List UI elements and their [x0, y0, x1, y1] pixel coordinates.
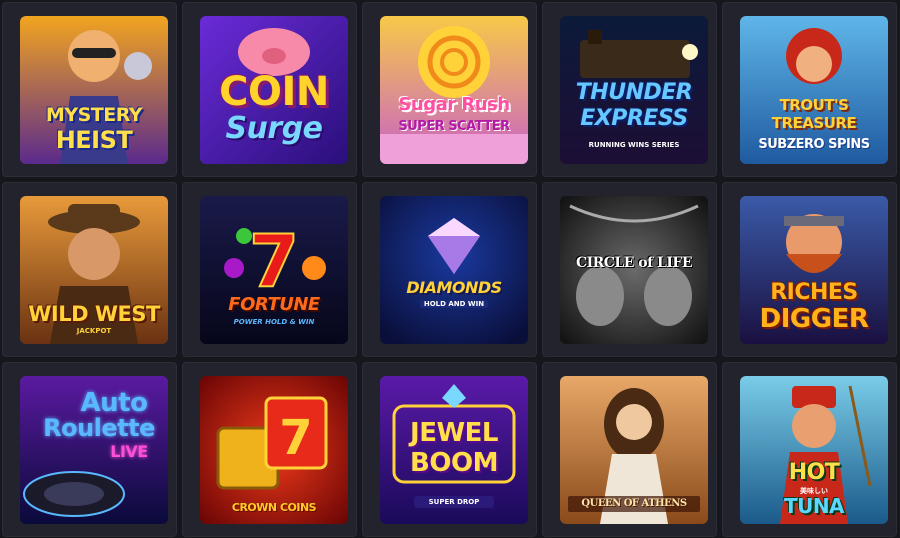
- game-card: JEWEL BOOM SUPER DROP: [362, 362, 537, 537]
- game-title: DIAMONDS: [406, 278, 502, 297]
- game-grid: MYSTERY HEIST COIN Surge Sugar Rush SUPE…: [0, 0, 900, 538]
- game-card: WILD WEST JACKPOT: [2, 182, 177, 357]
- game-card: QUEEN OF ATHENS: [542, 362, 717, 537]
- game-card: Sugar Rush SUPER SCATTER: [362, 2, 537, 177]
- game-tile-trouts-treasure[interactable]: TROUT'S TREASURE SUBZERO SPINS: [740, 16, 888, 164]
- game-artwork: [380, 16, 528, 164]
- game-title: COIN: [219, 69, 329, 115]
- game-tile-sugar-rush[interactable]: Sugar Rush SUPER SCATTER: [380, 16, 528, 164]
- game-title: Sugar Rush: [398, 94, 510, 115]
- game-card: RICHES DIGGER: [722, 182, 897, 357]
- game-card: COIN Surge: [182, 2, 357, 177]
- game-title: Auto: [80, 388, 148, 418]
- game-title: QUEEN OF ATHENS: [568, 496, 700, 512]
- game-tile-jewel-boom[interactable]: JEWEL BOOM SUPER DROP: [380, 376, 528, 524]
- svg-text:7: 7: [279, 410, 312, 466]
- game-tile-auto-roulette[interactable]: Auto Roulette LIVE: [20, 376, 168, 524]
- game-subtitle: HOLD AND WIN: [420, 300, 488, 308]
- game-artwork: [380, 196, 528, 344]
- game-subtitle: JACKPOT: [76, 327, 112, 335]
- game-title: DIGGER: [759, 304, 869, 334]
- game-title: RICHES: [770, 280, 858, 305]
- game-title: HOT: [788, 460, 840, 485]
- game-card: 7 CROWN COINS: [182, 362, 357, 537]
- game-subtitle: SUPER DROP: [414, 496, 494, 508]
- game-card: 7 FORTUNE POWER HOLD & WIN: [182, 182, 357, 357]
- game-subtitle: LIVE: [110, 442, 148, 461]
- game-subtitle: POWER HOLD & WIN: [233, 318, 315, 326]
- game-title: FORTUNE: [228, 294, 320, 315]
- game-title: JEWEL: [410, 418, 498, 448]
- game-title: TREASURE: [771, 114, 857, 132]
- game-tile-coin-surge[interactable]: COIN Surge: [200, 16, 348, 164]
- game-title: EXPRESS: [580, 106, 688, 131]
- game-title: TROUT'S: [779, 96, 849, 114]
- svg-text:7: 7: [249, 219, 299, 303]
- game-title: TUNA: [783, 494, 845, 518]
- game-title: CIRCLE of LIFE: [575, 255, 693, 271]
- game-tile-7-fortune[interactable]: 7 FORTUNE POWER HOLD & WIN: [200, 196, 348, 344]
- game-tile-crown-coins[interactable]: 7 CROWN COINS: [200, 376, 348, 524]
- game-card: Auto Roulette LIVE: [2, 362, 177, 537]
- game-title: SUPER SCATTER: [398, 119, 510, 134]
- game-tile-circle-of-life[interactable]: CIRCLE of LIFE: [560, 196, 708, 344]
- game-card: MYSTERY HEIST: [2, 2, 177, 177]
- game-tile-mystery-heist[interactable]: MYSTERY HEIST: [20, 16, 168, 164]
- game-card: CIRCLE of LIFE: [542, 182, 717, 357]
- game-title: HEIST: [55, 126, 133, 154]
- game-tile-riches-digger[interactable]: RICHES DIGGER: [740, 196, 888, 344]
- game-tile-hot-tuna[interactable]: HOT 美味しい TUNA: [740, 376, 888, 524]
- game-title: WILD WEST: [28, 302, 160, 326]
- game-tile-thunder-express[interactable]: THUNDER EXPRESS RUNNING WINS SERIES: [560, 16, 708, 164]
- game-title: Roulette: [43, 414, 155, 442]
- game-title: CROWN COINS: [231, 501, 317, 514]
- game-tile-queen-of-athens[interactable]: QUEEN OF ATHENS: [560, 376, 708, 524]
- game-card: THUNDER EXPRESS RUNNING WINS SERIES: [542, 2, 717, 177]
- game-title: THUNDER: [575, 80, 693, 105]
- game-subtitle: RUNNING WINS SERIES: [588, 141, 680, 149]
- game-card: HOT 美味しい TUNA: [722, 362, 897, 537]
- game-tile-diamonds[interactable]: DIAMONDS HOLD AND WIN: [380, 196, 528, 344]
- game-title: Surge: [225, 111, 323, 146]
- game-tile-wild-west[interactable]: WILD WEST JACKPOT: [20, 196, 168, 344]
- game-title: MYSTERY: [45, 104, 143, 126]
- game-title: SUBZERO SPINS: [758, 137, 870, 152]
- game-title: BOOM: [410, 448, 498, 478]
- game-card: TROUT'S TREASURE SUBZERO SPINS: [722, 2, 897, 177]
- game-card: DIAMONDS HOLD AND WIN: [362, 182, 537, 357]
